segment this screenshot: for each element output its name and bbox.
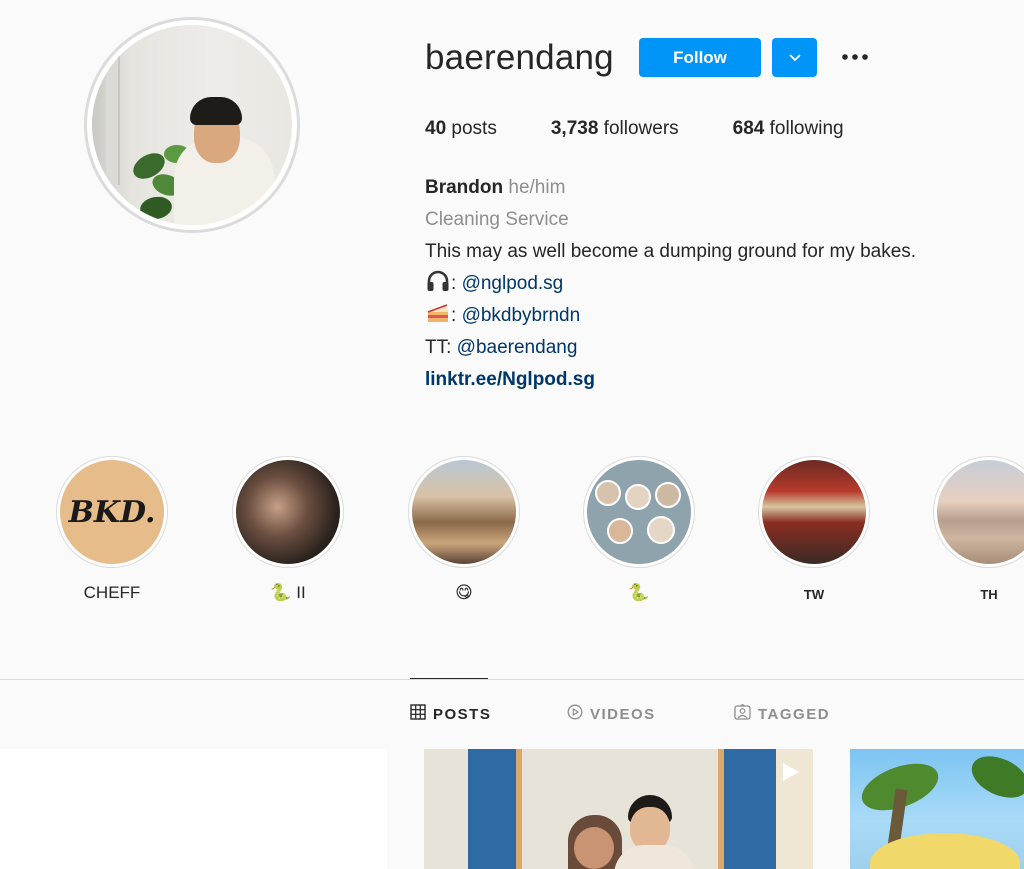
podcast-handle-link[interactable]: @nglpod.sg [462, 273, 564, 294]
play-circle-icon [567, 704, 590, 724]
highlight-cover [236, 460, 340, 564]
tab-tagged[interactable]: TAGGED [734, 703, 831, 724]
highlight-item[interactable]: BKD. CHEFF [56, 456, 168, 607]
podcast-prefix: : [451, 273, 457, 294]
story-highlights: BKD. CHEFF 🐍 II 😋 🐍 TW TH [0, 456, 1024, 616]
posts-count: 40 [425, 118, 447, 139]
video-play-icon [779, 761, 801, 788]
post-thumbnail[interactable] [850, 749, 1024, 869]
tt-handle-link[interactable]: @baerendang [457, 337, 578, 358]
followers-stat[interactable]: 3,738 followers [551, 118, 679, 140]
headphones-icon [425, 268, 451, 294]
category-label: Cleaning Service [425, 209, 569, 230]
highlight-label: 🐍 II [270, 583, 306, 602]
followers-label: followers [603, 118, 679, 139]
following-stat[interactable]: 684 following [733, 118, 844, 140]
posts-label: posts [451, 118, 497, 139]
post-placeholder [0, 749, 387, 869]
tab-tagged-label: TAGGED [758, 705, 831, 723]
tab-posts-label: POSTS [433, 705, 492, 723]
posts-stat: 40 posts [425, 118, 497, 140]
tt-prefix: TT: [425, 337, 452, 358]
more-horizontal-icon [840, 48, 870, 66]
follow-button[interactable]: Follow [639, 38, 761, 77]
tagged-user-icon [734, 703, 758, 724]
tab-videos-label: VIDEOS [590, 705, 656, 723]
cake-icon [425, 300, 451, 326]
followers-count: 3,738 [550, 118, 599, 139]
bakes-handle-link[interactable]: @bkdbybrndn [462, 305, 581, 326]
highlight-item[interactable]: TW [758, 456, 870, 611]
highlight-cover [762, 460, 866, 564]
bio-text: This may as well become a dumping ground… [425, 241, 917, 262]
highlight-label: CHEFF [83, 583, 141, 602]
pronouns: he/him [508, 177, 566, 198]
highlight-item[interactable]: TH [933, 456, 1024, 611]
highlight-cover: BKD. [60, 460, 164, 564]
profile-avatar-ring[interactable] [84, 17, 300, 233]
highlight-cover [937, 460, 1024, 564]
profile-stats: 40 posts 3,738 followers 684 following [425, 118, 898, 140]
suggested-dropdown-button[interactable] [772, 38, 817, 77]
following-count: 684 [732, 118, 765, 139]
profile-bio: Brandon he/him Cleaning Service This may… [425, 172, 916, 396]
highlight-cover [587, 460, 691, 564]
options-button[interactable] [838, 42, 872, 72]
profile-avatar [92, 25, 292, 225]
highlight-label: TW [803, 587, 825, 602]
chevron-down-icon [788, 49, 802, 67]
highlight-cover [412, 460, 516, 564]
highlight-label: 😋 [455, 583, 473, 602]
following-label: following [769, 118, 844, 139]
bakes-prefix: : [451, 305, 457, 326]
highlight-item[interactable]: 🐍 II [232, 456, 344, 607]
highlight-item[interactable]: 🐍 [583, 456, 695, 607]
tab-posts[interactable]: POSTS [410, 704, 491, 724]
username: baerendang [425, 38, 614, 77]
bkd-logo: BKD. [68, 494, 156, 530]
grid-icon [410, 704, 433, 724]
website-link[interactable]: linktr.ee/Nglpod.sg [425, 369, 595, 390]
tab-videos[interactable]: VIDEOS [567, 704, 656, 724]
profile-tabs: POSTS VIDEOS TAGGED [0, 703, 1024, 726]
tabs-divider [0, 679, 1024, 680]
active-tab-indicator [410, 678, 488, 679]
highlight-item[interactable]: 😋 [408, 456, 520, 607]
post-thumbnail[interactable] [424, 749, 813, 869]
display-name: Brandon [425, 177, 504, 198]
highlight-label: TH [980, 587, 998, 602]
highlight-label: 🐍 [628, 583, 650, 602]
